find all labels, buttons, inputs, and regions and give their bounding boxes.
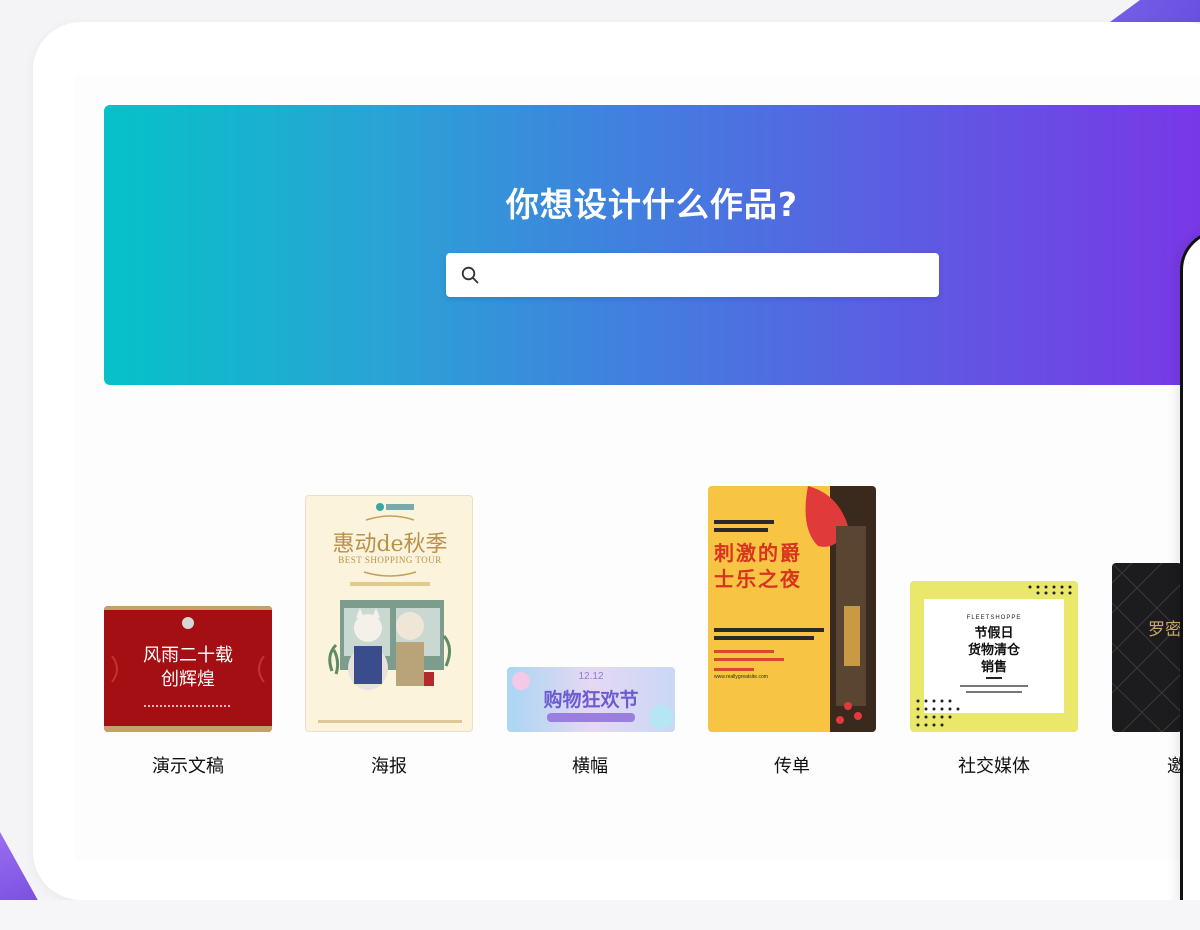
flyer-thumb-title: 刺激的爵士乐之夜 — [714, 541, 802, 591]
bottom-strip — [0, 900, 1200, 930]
social-media-thumb-line-1: 节假日 — [974, 626, 1014, 641]
hero-banner — [104, 105, 1200, 385]
presentation-thumb-line-2: 创辉煌 — [161, 669, 215, 690]
category-label-social-media[interactable]: 社交媒体 — [909, 752, 1079, 778]
presentation-thumb-line-1: 风雨二十载 — [143, 645, 233, 666]
category-label-poster[interactable]: 海报 — [304, 752, 474, 778]
poster-thumb-title: 惠动de秋季 — [332, 532, 448, 557]
banner-thumb-title: 购物狂欢节 — [543, 689, 639, 711]
search-icon — [461, 266, 479, 284]
search-input[interactable] — [490, 253, 930, 297]
phone-frame-edge — [1180, 230, 1200, 930]
category-presentation-thumb[interactable]: 风雨二十载 创辉煌 — [104, 606, 272, 732]
invitation-thumb-art — [1112, 563, 1182, 732]
hero-title: 你想设计什么作品? — [505, 185, 799, 224]
social-media-thumb-line-3: 销售 — [980, 660, 1007, 675]
flyer-thumb-art — [714, 486, 876, 732]
category-poster-thumb[interactable]: 惠动de秋季 BEST SHOPPING TOUR — [305, 495, 473, 732]
social-media-thumb-line-2: 货物清仓 — [967, 643, 1020, 658]
category-label-invitation[interactable]: 邀 — [1167, 752, 1181, 778]
category-social-media-thumb[interactable]: FLEETSHOPPE 节假日 货物清仓 销售 — [910, 581, 1078, 732]
corner-decoration-top — [1110, 0, 1200, 22]
social-media-thumb-brand: FLEETSHOPPE — [966, 615, 1022, 621]
category-flyer-thumb[interactable]: 刺激的爵士乐之夜 www.reallygreatsite.com — [708, 486, 876, 732]
category-banner-thumb[interactable]: 12.12 购物狂欢节 — [507, 667, 675, 732]
banner-thumb-date: 12.12 — [578, 671, 604, 682]
category-invitation-thumb[interactable]: 罗密 — [1112, 563, 1182, 732]
category-label-banner[interactable]: 横幅 — [505, 752, 675, 778]
poster-thumb-subtitle: BEST SHOPPING TOUR — [338, 555, 442, 565]
flyer-thumb-caption: www.reallygreatsite.com — [714, 674, 768, 680]
category-label-presentation[interactable]: 演示文稿 — [103, 752, 273, 778]
invitation-thumb-text: 罗密 — [1148, 620, 1182, 640]
search-bar[interactable] — [446, 253, 939, 297]
category-label-flyer[interactable]: 传单 — [707, 752, 877, 778]
